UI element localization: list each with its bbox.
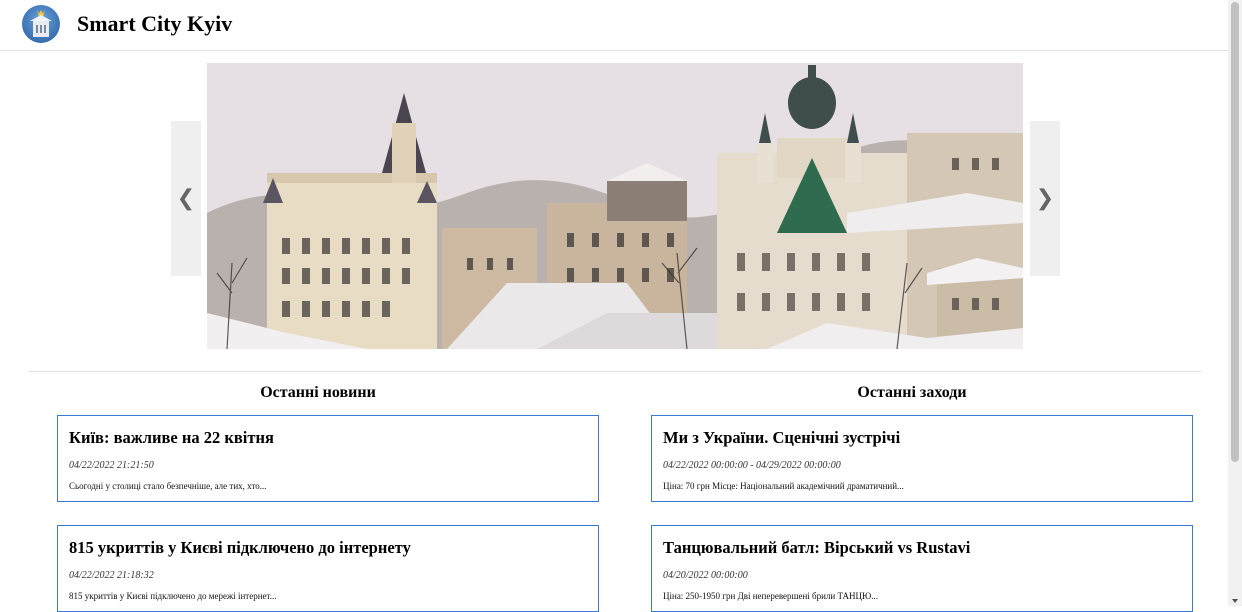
kyiv-coat-of-arms-icon[interactable] xyxy=(22,5,60,43)
news-card-excerpt: 815 укриттів у Києві підключено до мереж… xyxy=(69,591,277,601)
event-card[interactable]: Танцювальний батл: Вірський vs Rustavi 0… xyxy=(651,525,1193,612)
cityscape-illustration xyxy=(207,63,1023,349)
page-scrollbar[interactable] xyxy=(1228,0,1242,606)
news-card[interactable]: 815 укриттів у Києві підключено до інтер… xyxy=(57,525,599,612)
event-card-title[interactable]: Танцювальний батл: Вірський vs Rustavi xyxy=(663,538,970,558)
news-card-title[interactable]: Київ: важливе на 22 квітня xyxy=(69,428,274,448)
scrollbar-thumb[interactable] xyxy=(1231,2,1239,462)
news-card-date: 04/22/2022 21:18:32 xyxy=(69,570,154,581)
carousel-slide-image xyxy=(207,63,1023,349)
event-card[interactable]: Ми з України. Сценічні зустрічі 04/22/20… xyxy=(651,415,1193,502)
site-header: Smart City Kyiv xyxy=(0,0,1228,51)
event-card-title[interactable]: Ми з України. Сценічні зустрічі xyxy=(663,428,900,448)
carousel-next-button[interactable]: ❯ xyxy=(1030,121,1060,276)
news-heading: Останні новини xyxy=(260,384,376,401)
news-card-title[interactable]: 815 укриттів у Києві підключено до інтер… xyxy=(69,538,411,558)
scroll-down-arrow-icon[interactable] xyxy=(1232,599,1238,603)
event-card-date: 04/22/2022 00:00:00 - 04/29/2022 00:00:0… xyxy=(663,460,841,471)
section-divider xyxy=(29,371,1201,372)
event-card-date: 04/20/2022 00:00:00 xyxy=(663,570,748,581)
news-card-excerpt: Сьогодні у столиці стало безпечніше, але… xyxy=(69,481,267,491)
event-card-excerpt: Ціна: 250-1950 грн Дві неперевершені бри… xyxy=(663,591,879,601)
events-heading: Останні заходи xyxy=(857,384,967,401)
event-card-excerpt: Ціна: 70 грн Місце: Національний академі… xyxy=(663,481,904,491)
news-card-date: 04/22/2022 21:21:50 xyxy=(69,460,154,471)
carousel-prev-button[interactable]: ❮ xyxy=(171,121,201,276)
site-title[interactable]: Smart City Kyiv xyxy=(77,11,232,37)
news-card[interactable]: Київ: важливе на 22 квітня 04/22/2022 21… xyxy=(57,415,599,502)
